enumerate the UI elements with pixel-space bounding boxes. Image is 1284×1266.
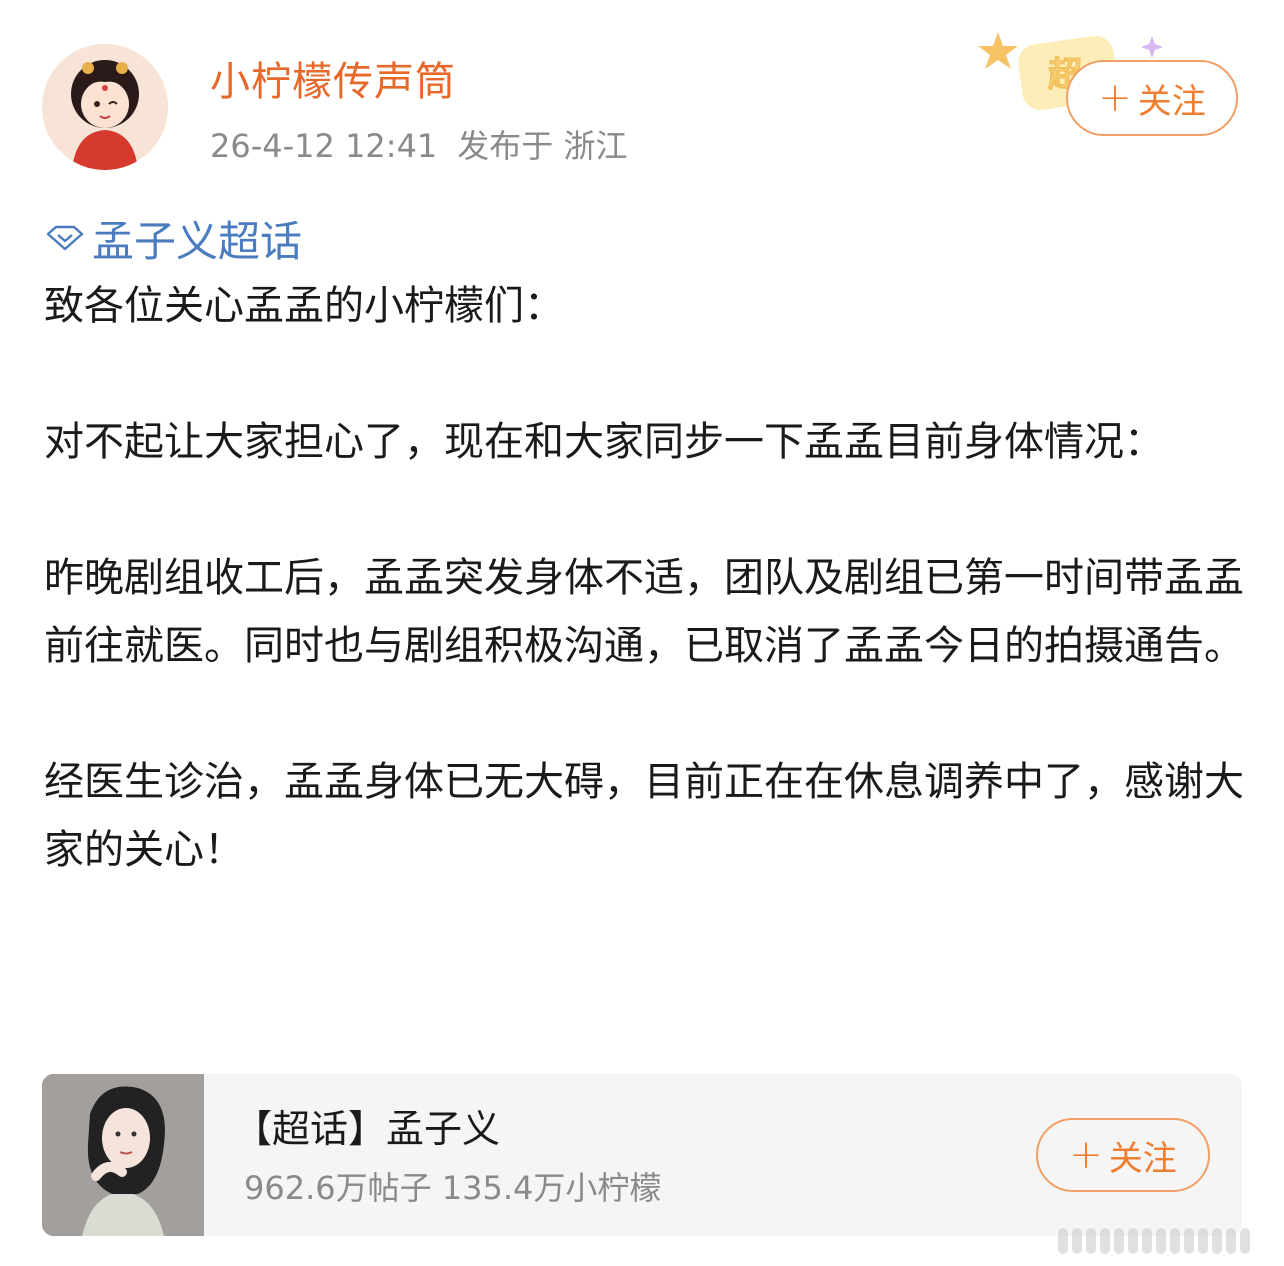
post-paragraph: 致各位关心孟孟的小柠檬们： (44, 283, 564, 329)
supertopic-cover-image (42, 1074, 204, 1236)
follow-label: 关注 (1108, 1138, 1177, 1179)
post-paragraph: 昨晚剧组收工后，孟孟突发身体不适，团队及剧组已第一时间带孟孟前往就医。同时也与剧… (44, 555, 1244, 669)
post-content: 致各位关心孟孟的小柠檬们： 对不起让大家担心了，现在和大家同步一下孟孟目前身体情… (44, 272, 1244, 884)
plus-icon: + (1069, 1132, 1103, 1178)
user-avatar[interactable] (42, 44, 168, 170)
supertopic-card[interactable]: 【超话】孟子义 962.6万帖子 135.4万小柠檬 + 关注 (42, 1074, 1242, 1236)
supertopic-link[interactable]: 孟子义超话 (46, 210, 302, 266)
post-location: 发布于 浙江 (457, 127, 628, 165)
scroll-indicator (1058, 1228, 1268, 1254)
follow-label: 关注 (1137, 81, 1206, 122)
username[interactable]: 小柠檬传声筒 (210, 56, 456, 108)
weibo-post: 小柠檬传声筒 26-4-12 12:41 发布于 浙江 超 + 关注 孟子义超话 致… (0, 0, 1284, 1266)
post-timestamp: 26-4-12 12:41 (210, 127, 438, 165)
post-paragraph: 对不起让大家担心了，现在和大家同步一下孟孟目前身体情况： (44, 419, 1164, 465)
post-meta: 26-4-12 12:41 发布于 浙江 (210, 124, 627, 168)
supertopic-diamond-icon (46, 225, 84, 251)
post-paragraph: 经医生诊治，孟孟身体已无大碍，目前正在在休息调养中了，感谢大家的关心！ (44, 759, 1244, 873)
supertopic-card-title: 【超话】孟子义 (234, 1107, 501, 1151)
supertopic-name: 孟子义超话 (92, 216, 303, 266)
follow-button[interactable]: + 关注 (1066, 60, 1238, 136)
supertopic-card-stats: 962.6万帖子 135.4万小柠檬 (244, 1169, 662, 1207)
supertopic-follow-button[interactable]: + 关注 (1036, 1118, 1210, 1192)
plus-icon: + (1098, 75, 1132, 121)
